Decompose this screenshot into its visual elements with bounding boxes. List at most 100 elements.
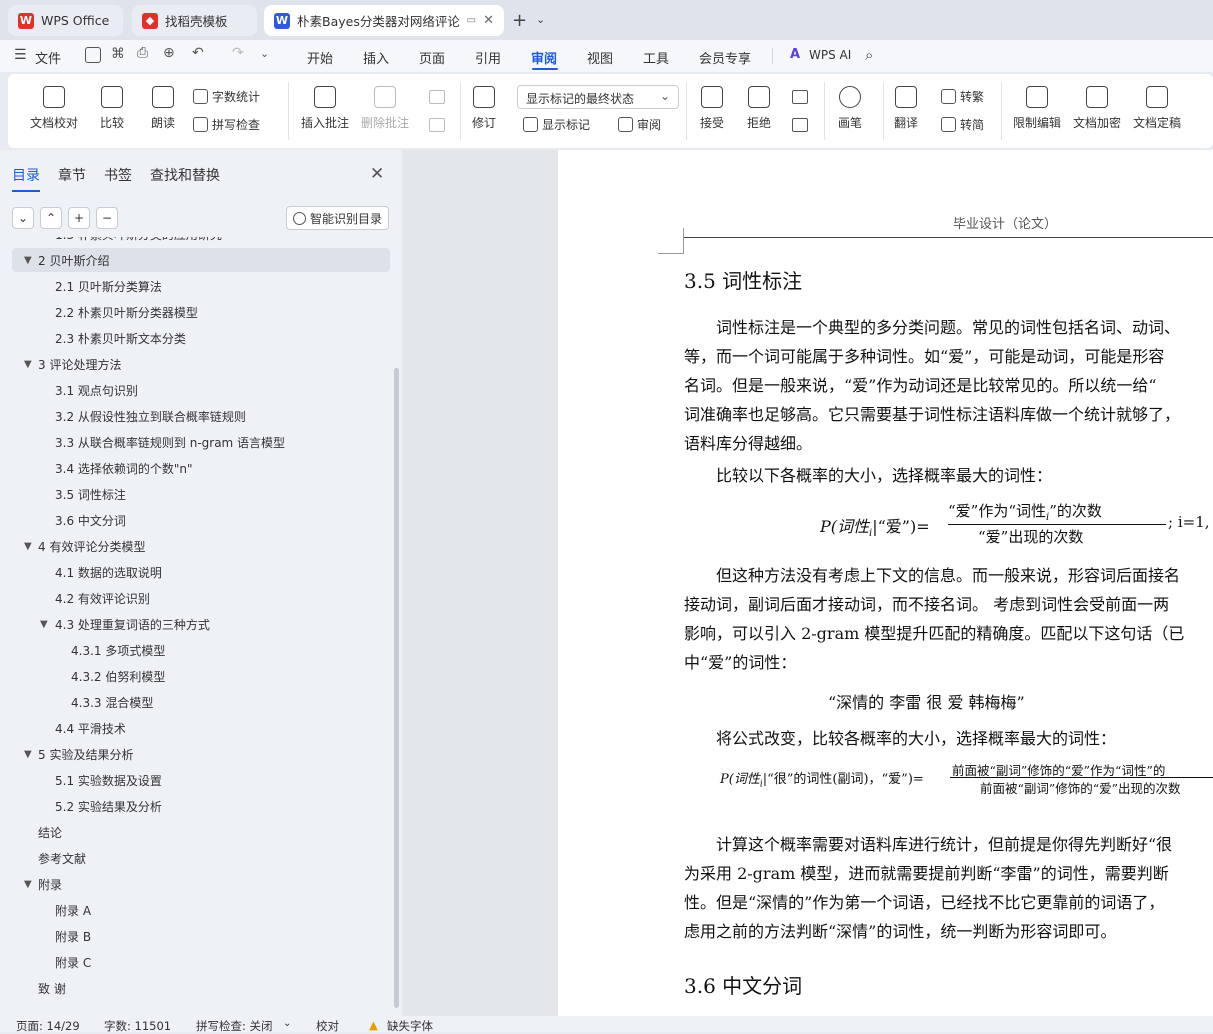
tab-sections[interactable]: 章节 <box>58 165 86 185</box>
toc-item[interactable]: ▼ 4.3 处理重复词语的三种方式 <box>0 612 390 636</box>
toc-item[interactable]: 5.1 实验数据及设置 <box>0 768 390 792</box>
tab-find-replace[interactable]: 查找和替换 <box>150 165 220 185</box>
toc-item[interactable]: 2.3 朴素贝叶斯文本分类 <box>0 326 390 350</box>
hamburger-icon[interactable]: ☰ <box>14 47 27 63</box>
expand-arrow-icon[interactable]: ▼ <box>24 255 32 266</box>
toc-item[interactable]: 3.4 选择依赖词的个数"n" <box>0 456 390 480</box>
to-traditional-button[interactable]: 转繁 <box>941 88 984 105</box>
menu-review[interactable]: 审阅 <box>531 48 557 67</box>
quick-access-more-icon[interactable]: ⌄ <box>260 47 269 60</box>
doc-check-button[interactable]: 文档校对 <box>30 86 78 131</box>
menu-wps-ai[interactable]: WPS AI <box>809 48 851 62</box>
redo-icon[interactable]: ↷ <box>232 45 244 61</box>
share-icon[interactable]: ⌘ <box>111 46 125 62</box>
toc-item[interactable]: 附录 A <box>0 898 390 922</box>
menu-insert[interactable]: 插入 <box>363 48 389 67</box>
expand-arrow-icon[interactable]: ▼ <box>24 359 32 370</box>
expand-arrow-icon[interactable]: ▼ <box>24 541 32 552</box>
document-page[interactable]: 毕业设计（论文） 3.5 词性标注 词性标注是一个典型的多分类问题。常见的词性包… <box>558 150 1213 1016</box>
markup-display-select[interactable]: 显示标记的最终状态 ⌄ <box>517 85 679 109</box>
toc-item[interactable]: 致 谢 <box>0 976 390 1000</box>
toc-item[interactable]: ▼ 4 有效评论分类模型 <box>0 534 390 558</box>
toc-item[interactable]: 3.1 观点句识别 <box>0 378 390 402</box>
remove-heading-button[interactable]: − <box>96 207 118 229</box>
expand-arrow-icon[interactable]: ▼ <box>24 749 32 760</box>
toc-item[interactable]: 附录 B <box>0 924 390 948</box>
next-change-icon[interactable] <box>792 118 808 132</box>
toc-item[interactable]: 4.4 平滑技术 <box>0 716 390 740</box>
print-icon[interactable]: ⎙ <box>137 45 148 61</box>
toc-item[interactable]: ▼ 2 贝叶斯介绍 <box>12 248 390 272</box>
revise-button[interactable]: 修订 <box>472 86 496 131</box>
print-preview-icon[interactable]: ⊕ <box>163 45 175 61</box>
read-aloud-button[interactable]: 朗读 <box>151 86 175 131</box>
expand-arrow-icon[interactable]: ▼ <box>40 619 48 630</box>
expand-arrow-icon[interactable]: ▼ <box>24 879 32 890</box>
smart-toc-button[interactable]: 智能识别目录 <box>286 206 390 230</box>
collapse-all-button[interactable]: ⌃ <box>40 207 62 229</box>
close-icon[interactable]: ✕ <box>370 164 384 184</box>
menu-membership[interactable]: 会员专享 <box>699 48 751 67</box>
toc-item[interactable]: ▼ 附录 <box>0 872 390 896</box>
tab-wps-office[interactable]: W WPS Office <box>8 5 123 36</box>
finalize-button[interactable]: 文档定稿 <box>1133 86 1181 131</box>
toc-item[interactable]: 结论 <box>0 820 390 844</box>
pen-button[interactable]: 画笔 <box>838 86 862 131</box>
tab-document[interactable]: W 朴素Bayes分类器对网络评论有 ▭ ✕ <box>264 5 504 36</box>
word-count-button[interactable]: 字数统计 <box>193 88 260 105</box>
review-pane-button[interactable]: 审阅 <box>618 116 661 133</box>
translate-button[interactable]: 翻译 <box>894 86 918 131</box>
toc-item[interactable]: 4.3.3 混合模型 <box>0 690 390 714</box>
toc-item[interactable]: 4.2 有效评论识别 <box>0 586 390 610</box>
previous-comment-icon[interactable] <box>429 90 445 104</box>
compare-button[interactable]: 比较 <box>100 86 124 131</box>
menu-tools[interactable]: 工具 <box>643 48 669 67</box>
insert-comment-button[interactable]: 插入批注 <box>301 86 349 131</box>
close-tab-icon[interactable]: ✕ <box>483 13 494 28</box>
expand-all-button[interactable]: ⌄ <box>12 207 34 229</box>
reject-button[interactable]: 拒绝 <box>747 86 771 131</box>
previous-change-icon[interactable] <box>792 90 808 104</box>
window-mode-icon[interactable]: ▭ <box>467 15 476 26</box>
toc-item[interactable]: 1.3 朴素贝叶斯分类的应用研究 <box>0 237 390 246</box>
toc-item[interactable]: 4.1 数据的选取说明 <box>0 560 390 584</box>
search-icon[interactable]: ⌕ <box>865 46 873 64</box>
to-simplified-button[interactable]: 转简 <box>941 116 984 133</box>
toc-item[interactable]: ▼ 5 实验及结果分析 <box>0 742 390 766</box>
accept-button[interactable]: 接受 <box>700 86 724 131</box>
toc-scrollbar[interactable] <box>394 368 399 1008</box>
menu-view[interactable]: 视图 <box>587 48 613 67</box>
toc-item[interactable]: 3.6 中文分词 <box>0 508 390 532</box>
toc-item[interactable]: 3.2 从假设性独立到联合概率链规则 <box>0 404 390 428</box>
tab-bookmarks[interactable]: 书签 <box>104 165 132 185</box>
toc-item[interactable]: 3.5 词性标注 <box>0 482 390 506</box>
toc-item[interactable]: 2.1 贝叶斯分类算法 <box>0 274 390 298</box>
chevron-down-icon[interactable]: ⌄ <box>283 1018 291 1029</box>
tab-toc[interactable]: 目录 <box>12 165 40 185</box>
menu-file[interactable]: 文件 <box>35 48 61 67</box>
chevron-down-icon[interactable]: ⌄ <box>536 13 545 26</box>
show-markup-button[interactable]: 显示标记 <box>523 116 590 133</box>
next-comment-icon[interactable] <box>429 118 445 132</box>
spell-check-button[interactable]: 拼写检查 <box>193 116 260 133</box>
margin-corner-mark <box>658 253 684 254</box>
toc-item[interactable]: 4.3.2 伯努利模型 <box>0 664 390 688</box>
delete-comment-button[interactable]: 删除批注 <box>361 86 409 131</box>
toc-item[interactable]: 3.3 从联合概率链规则到 n-gram 语言模型 <box>0 430 390 454</box>
toc-item[interactable]: ▼ 3 评论处理方法 <box>0 352 390 376</box>
toc-item[interactable]: 5.2 实验结果及分析 <box>0 794 390 818</box>
toc-item[interactable]: 参考文献 <box>0 846 390 870</box>
toc-item[interactable]: 4.3.1 多项式模型 <box>0 638 390 662</box>
restrict-edit-button[interactable]: 限制编辑 <box>1013 86 1061 131</box>
add-heading-button[interactable]: + <box>68 207 90 229</box>
menu-start[interactable]: 开始 <box>307 48 333 67</box>
menu-page[interactable]: 页面 <box>419 48 445 67</box>
menu-references[interactable]: 引用 <box>475 48 501 67</box>
encrypt-button[interactable]: 文档加密 <box>1073 86 1121 131</box>
undo-icon[interactable]: ↶ <box>192 45 204 61</box>
tab-docer[interactable]: ◆ 找稻壳模板 <box>132 5 257 36</box>
toc-item[interactable]: 2.2 朴素贝叶斯分类器模型 <box>0 300 390 324</box>
new-tab-icon[interactable]: + <box>512 10 527 31</box>
save-icon[interactable] <box>85 47 101 63</box>
toc-item[interactable]: 附录 C <box>0 950 390 974</box>
